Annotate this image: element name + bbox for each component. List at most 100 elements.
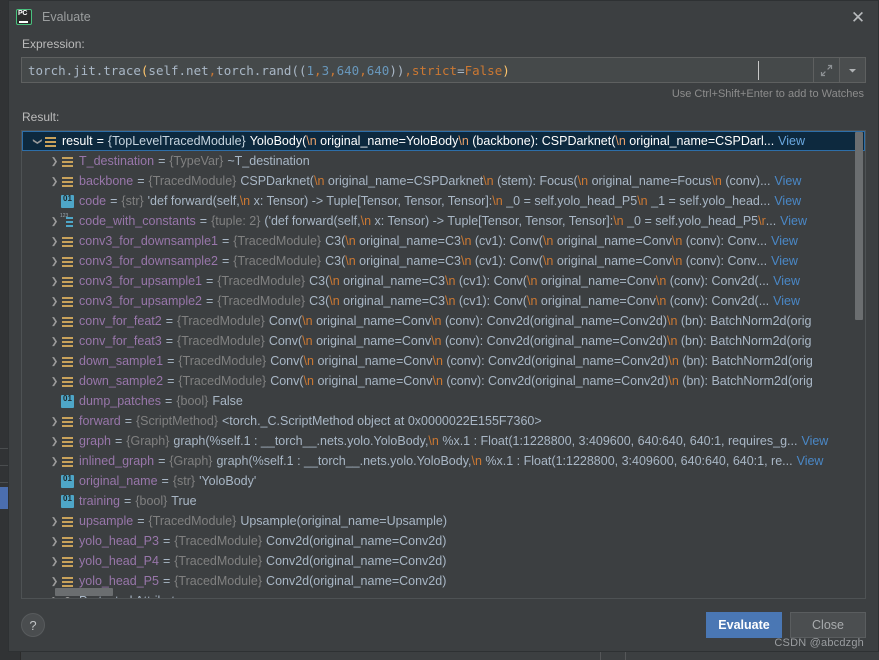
variable-name: result — [62, 134, 93, 148]
variable-value: Conv(\n original_name=Conv\n (conv): Con… — [270, 354, 813, 368]
tree-row[interactable]: ❯ inlined_graph = {Graph} graph(%self.1 : __… — [22, 451, 865, 471]
escape-sequence: \n — [526, 294, 538, 308]
vertical-scrollbar-thumb[interactable] — [855, 132, 863, 320]
close-button[interactable]: Close — [790, 612, 866, 638]
equals-sign: = — [167, 354, 175, 368]
view-link[interactable]: View — [771, 254, 798, 268]
expression-token: 640 — [366, 62, 390, 78]
variable-name: T_destination — [79, 154, 155, 168]
expression-token: , — [404, 62, 412, 78]
tree-row[interactable]: ❯ yolo_head_P3 = {TracedModule} Conv2d(origi… — [22, 531, 865, 551]
tree-row[interactable]: ❯ down_sample1 = {TracedModule} Conv(\n orig… — [22, 351, 865, 371]
escape-sequence: \n — [526, 274, 538, 288]
escape-sequence: \n — [655, 274, 667, 288]
tree-row[interactable]: ❯ backbone = {TracedModule} CSPDarknet(\n or… — [22, 171, 865, 191]
chevron-right-icon[interactable]: ❯ — [48, 536, 61, 546]
tree-row[interactable]: ❯ T_destination = {TypeVar} ~T_destination — [22, 151, 865, 171]
horizontal-scrollbar[interactable] — [23, 587, 854, 597]
chevron-right-icon[interactable]: ❯ — [48, 176, 61, 186]
escape-sequence: \n — [360, 214, 372, 228]
view-link[interactable]: View — [773, 294, 800, 308]
object-icon — [61, 335, 74, 348]
primitive-icon — [61, 474, 74, 488]
escape-sequence: \n — [432, 374, 443, 388]
evaluate-button[interactable]: Evaluate — [706, 612, 782, 638]
variable-name: down_sample2 — [79, 374, 164, 388]
variable-name: yolo_head_P5 — [79, 574, 159, 588]
variable-type: {TypeVar} — [169, 154, 224, 168]
tree-row[interactable]: ❯ conv3_for_downsample2 = {TracedModule} C3(… — [22, 251, 865, 271]
equals-sign: = — [158, 454, 166, 468]
chevron-right-icon[interactable]: ❯ — [48, 296, 61, 306]
tree-row[interactable]: ❯ conv_for_feat2 = {TracedModule} Conv(\n or… — [22, 311, 865, 331]
chevron-right-icon[interactable]: ❯ — [48, 376, 61, 386]
tree-row[interactable]: code={str}'def forward(self,\n x: Tensor… — [22, 191, 865, 211]
escape-sequence: \n — [668, 354, 679, 368]
value-ellipsis: ... — [763, 134, 775, 148]
tree-row[interactable]: ❯code_with_constants={tuple: 2}('def for… — [22, 211, 865, 231]
escape-sequence: \n — [655, 294, 667, 308]
variable-type: {ScriptMethod} — [136, 414, 218, 428]
object-icon — [61, 235, 74, 248]
tree-row[interactable]: original_name={str}'YoloBody' — [22, 471, 865, 491]
equals-sign: = — [137, 514, 145, 528]
dialog-content: Expression: torch.jit.trace(self.net, to… — [9, 33, 878, 599]
view-link[interactable]: View — [797, 454, 824, 468]
chevron-down-icon[interactable]: ❯ — [33, 135, 43, 148]
result-tree[interactable]: ❯ result = {TopLevelTracedModule} YoloBody(\… — [22, 131, 865, 598]
view-link[interactable]: View — [780, 214, 807, 228]
object-icon — [61, 415, 74, 428]
dialog-footer: ? Evaluate Close CSDN @abcdzgh — [9, 599, 878, 651]
chevron-right-icon[interactable]: ❯ — [48, 276, 61, 286]
view-link[interactable]: View — [774, 194, 801, 208]
expression-token: torch.jit.trace — [28, 62, 141, 78]
view-link[interactable]: View — [775, 174, 802, 188]
tree-row[interactable]: ❯ down_sample2 = {TracedModule} Conv(\n orig… — [22, 371, 865, 391]
escape-sequence: \n — [444, 294, 456, 308]
tree-row[interactable]: ❯ conv3_for_upsample2 = {TracedModule} C3(\n… — [22, 291, 865, 311]
tree-row[interactable]: ❯ yolo_head_P4 = {TracedModule} Conv2d(origi… — [22, 551, 865, 571]
chevron-right-icon[interactable]: ❯ — [48, 256, 61, 266]
chevron-right-icon[interactable]: ❯ — [48, 336, 61, 346]
chevron-right-icon[interactable]: ❯ — [48, 576, 61, 586]
chevron-right-icon[interactable]: ❯ — [48, 356, 61, 366]
variable-type: {TracedModule} — [233, 234, 322, 248]
escape-sequence: \n — [666, 314, 678, 328]
view-link[interactable]: View — [773, 274, 800, 288]
chevron-right-icon[interactable]: ❯ — [48, 556, 61, 566]
view-link[interactable]: View — [771, 234, 798, 248]
object-icon — [61, 515, 74, 528]
chevron-down-icon[interactable] — [840, 57, 866, 83]
escape-sequence: \n — [542, 254, 554, 268]
chevron-right-icon[interactable]: ❯ — [48, 156, 61, 166]
chevron-right-icon[interactable]: ❯ — [48, 456, 61, 466]
tree-row[interactable]: ❯ conv_for_feat3 = {TracedModule} Conv(\n or… — [22, 331, 865, 351]
tree-row[interactable]: ❯ conv3_for_downsample1 = {TracedModule} C3(… — [22, 231, 865, 251]
variable-value: <torch._C.ScriptMethod object at 0x00000… — [222, 414, 542, 428]
variable-name: code_with_constants — [79, 214, 196, 228]
tree-row[interactable]: ❯ upsample = {TracedModule} Upsample(origina… — [22, 511, 865, 531]
close-icon[interactable]: ✕ — [838, 1, 878, 33]
variable-value: CSPDarknet(\n original_name=CSPDarknet\n… — [240, 174, 761, 188]
escape-sequence: \n — [577, 174, 589, 188]
chevron-right-icon[interactable]: ❯ — [48, 416, 61, 426]
tree-row[interactable]: ❯ conv3_for_upsample1 = {TracedModule} C3(\n… — [22, 271, 865, 291]
chevron-right-icon[interactable]: ❯ — [48, 316, 61, 326]
tree-row[interactable]: training ={bool}True — [22, 491, 865, 511]
tree-row[interactable]: dump_patches={bool}False — [22, 391, 865, 411]
tree-row[interactable]: ❯ graph = {Graph} graph(%self.1 : __torch__.… — [22, 431, 865, 451]
view-link[interactable]: View — [778, 134, 805, 148]
horizontal-scrollbar-thumb[interactable] — [55, 588, 113, 596]
expand-editor-icon[interactable] — [814, 57, 840, 83]
help-button[interactable]: ? — [21, 613, 45, 637]
chevron-right-icon[interactable]: ❯ — [48, 516, 61, 526]
chevron-right-icon[interactable]: ❯ — [48, 436, 61, 446]
tree-row[interactable]: ❯ result = {TopLevelTracedModule} YoloBody(\… — [22, 131, 865, 151]
object-icon — [61, 355, 74, 368]
tree-row[interactable]: ❯ forward = {ScriptMethod} <torch._C.ScriptM… — [22, 411, 865, 431]
variable-value: 'YoloBody' — [199, 474, 257, 488]
view-link[interactable]: View — [801, 434, 828, 448]
expression-input[interactable]: torch.jit.trace(self.net, torch.rand((1,… — [21, 57, 814, 83]
vertical-scrollbar[interactable] — [854, 132, 864, 587]
chevron-right-icon[interactable]: ❯ — [48, 236, 61, 246]
